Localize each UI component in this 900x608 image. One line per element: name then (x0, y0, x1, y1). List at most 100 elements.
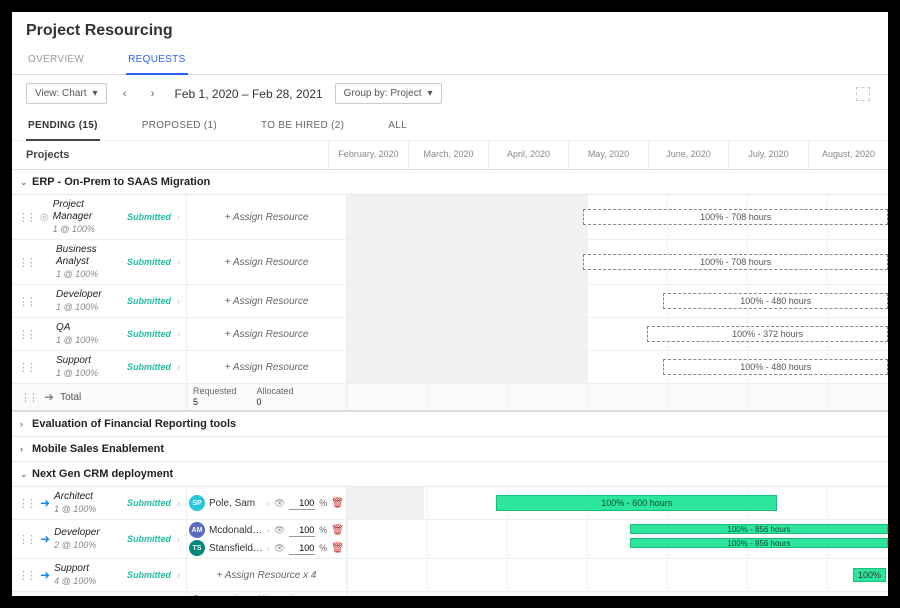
percent-symbol: % (319, 525, 327, 535)
assign-resource-cell[interactable]: + Assign Resource (187, 240, 347, 284)
person-name[interactable]: Stansfield, Tho... (209, 543, 263, 554)
chevron-right-icon[interactable]: › (175, 296, 182, 306)
role-allocation: 1 @ 100% (56, 334, 123, 346)
month-header: April, 2020 (488, 141, 568, 169)
eye-icon[interactable]: 👁 (274, 498, 285, 509)
drag-handle-icon[interactable]: ⋮⋮ (16, 533, 36, 546)
projects-column-header: Projects (12, 141, 328, 169)
project-group-row[interactable]: ⌄Next Gen CRM deployment (12, 462, 888, 487)
allocation-bar[interactable]: 100% - 708 hours (583, 254, 888, 270)
delete-icon[interactable]: 🗑 (331, 498, 344, 509)
chevron-right-icon[interactable]: › (175, 570, 182, 580)
project-grid: ⌄ERP - On-Prem to SAAS Migration⋮⋮◎Proje… (12, 170, 888, 596)
person-name[interactable]: Pole, Sam (209, 498, 263, 509)
header-row: Projects February, 2020March, 2020April,… (12, 141, 888, 170)
requested-label: Requested (193, 386, 237, 396)
assign-resource-cell[interactable]: + Assign Resource (187, 318, 347, 350)
drag-handle-icon[interactable]: ⋮⋮ (16, 361, 36, 374)
arrow-right-icon: ➜ (40, 568, 50, 582)
project-group-row[interactable]: ⌄ERP - On-Prem to SAAS Migration (12, 170, 888, 195)
group-by-dropdown[interactable]: Group by: Project ▾ (335, 83, 442, 104)
role-allocation: 4 @ 100% (54, 575, 123, 587)
role-row: ⋮⋮➜Developer2 @ 100%Submitted›AMMcdonald… (12, 520, 888, 559)
arrow-right-icon: ➜ (40, 496, 50, 510)
project-group-row[interactable]: ›Mobile Sales Enablement (12, 437, 888, 462)
view-dropdown[interactable]: View: Chart ▾ (26, 83, 107, 104)
chevron-right-icon[interactable]: › (175, 534, 182, 544)
chevron-right-icon: › (20, 444, 32, 454)
chevron-right-icon[interactable]: › (175, 212, 182, 222)
allocation-bar[interactable]: 100% (853, 568, 886, 582)
chevron-right-icon: › (267, 544, 270, 553)
tab-overview[interactable]: OVERVIEW (26, 46, 86, 74)
next-period-button[interactable]: › (143, 84, 163, 104)
role-name: Project Manager (53, 199, 123, 223)
eye-icon[interactable]: 👁 (274, 543, 285, 554)
status-badge: Submitted (127, 329, 171, 339)
assign-resource-cell[interactable]: + Assign Resource (187, 285, 347, 317)
main-tabs: OVERVIEW REQUESTS (12, 46, 888, 75)
subtab-proposed[interactable]: PROPOSED (1) (140, 112, 219, 140)
allocation-bar[interactable]: 100% - 372 hours (647, 326, 888, 342)
allocation-bar[interactable]: 100% - 600 hours (496, 495, 777, 511)
project-name: ERP - On-Prem to SAAS Migration (32, 176, 210, 188)
delete-icon[interactable]: 🗑 (331, 543, 344, 554)
project-name: Evaluation of Financial Reporting tools (32, 418, 236, 430)
month-header: March, 2020 (408, 141, 488, 169)
drag-handle-icon[interactable]: ⋮⋮ (16, 295, 36, 308)
role-row: ⋮⋮Developer1 @ 100%Submitted›+ Assign Re… (12, 285, 888, 318)
role-allocation: 1 @ 100% (53, 223, 123, 235)
chevron-right-icon[interactable]: › (175, 257, 182, 267)
allocation-bar[interactable]: 100% - 856 hours (630, 538, 888, 548)
assign-resource-cell[interactable]: + Assign Resource (187, 195, 347, 239)
chevron-right-icon[interactable]: › (175, 498, 182, 508)
allocation-bar[interactable]: 100% - 856 hours (630, 524, 888, 534)
drag-handle-icon[interactable]: ⋮⋮ (18, 391, 38, 404)
subtab-pending[interactable]: PENDING (15) (26, 112, 100, 141)
percent-input[interactable] (289, 542, 315, 555)
role-name: Architect (54, 491, 123, 503)
percent-input[interactable] (289, 497, 315, 510)
role-row: ⋮⋮QA1 @ 100%Submitted›+ Assign Resource1… (12, 318, 888, 351)
drag-handle-icon[interactable]: ⋮⋮ (16, 569, 36, 582)
gantt-cell: 100% - 708 hours (347, 240, 888, 284)
tab-requests[interactable]: REQUESTS (126, 46, 187, 75)
role-name: Developer (56, 289, 123, 301)
allocation-bar[interactable]: 100% - 480 hours (663, 359, 888, 375)
avatar: SP (189, 495, 205, 511)
assign-resource-cell[interactable]: SPPole, Sam›👁%🗑 (187, 487, 347, 519)
role-allocation: 1 @ 100% (56, 367, 123, 379)
percent-symbol: % (319, 498, 327, 508)
delete-icon[interactable]: 🗑 (331, 525, 344, 536)
target-icon[interactable] (856, 87, 870, 101)
status-badge: Submitted (127, 534, 171, 544)
assign-resource-cell[interactable]: + Assign Resource x 4 (187, 559, 347, 591)
subtab-to-be-hired[interactable]: TO BE HIRED (2) (259, 112, 346, 140)
assign-resource-label: + Assign Resource (225, 212, 309, 223)
arrow-right-icon: ➜ (40, 532, 50, 546)
prev-period-button[interactable]: ‹ (115, 84, 135, 104)
arrow-right-icon: ➜ (44, 390, 54, 404)
drag-handle-icon[interactable]: ⋮⋮ (16, 256, 36, 269)
allocation-bar[interactable]: 100% - 708 hours (583, 209, 888, 225)
percent-input[interactable] (289, 524, 315, 537)
role-name: Business Analyst (56, 244, 123, 268)
assign-resource-cell[interactable]: AMMcdonald, Alan›👁%🗑TSStansfield, Tho...… (187, 520, 347, 558)
drag-handle-icon[interactable]: ⋮⋮ (16, 211, 36, 224)
person-name[interactable]: Mcdonald, Alan (209, 525, 263, 536)
role-row: ⋮⋮◎Project Manager1 @ 100%Submitted›+ As… (12, 195, 888, 240)
drag-handle-icon[interactable]: ⋮⋮ (16, 328, 36, 341)
assign-resource-cell[interactable]: + Assign Resource (187, 351, 347, 383)
project-group-row[interactable]: ›Evaluation of Financial Reporting tools (12, 412, 888, 437)
chevron-right-icon[interactable]: › (175, 329, 182, 339)
chevron-right-icon[interactable]: › (175, 362, 182, 372)
subtab-all[interactable]: ALL (386, 112, 409, 140)
drag-handle-icon[interactable]: ⋮⋮ (16, 497, 36, 510)
allocation-bar[interactable]: 100% - 480 hours (663, 293, 888, 309)
gantt-cell: 100% - 600 hours (347, 487, 888, 519)
chevron-right-icon: › (267, 526, 270, 535)
page-title: Project Resourcing (12, 12, 888, 46)
eye-icon[interactable]: 👁 (274, 525, 285, 536)
assign-resource-label: + Assign Resource (225, 329, 309, 340)
assign-resource-label: + Assign Resource (225, 362, 309, 373)
